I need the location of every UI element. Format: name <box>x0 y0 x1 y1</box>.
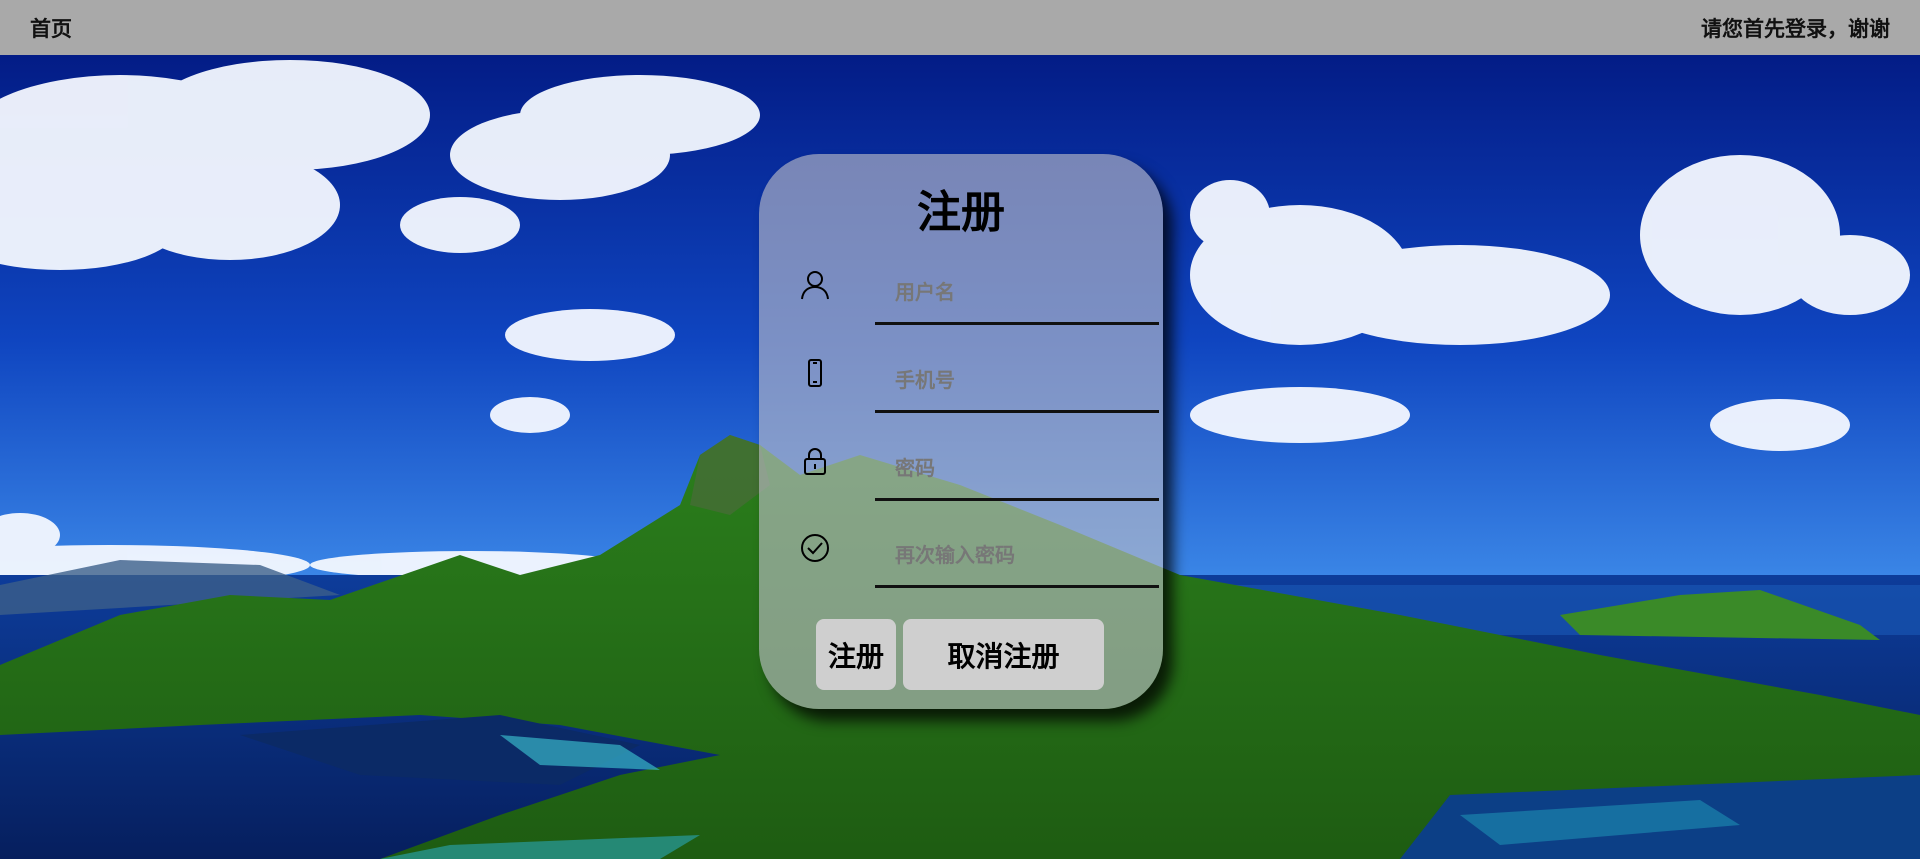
username-field <box>799 266 1159 326</box>
password-field <box>799 442 1159 502</box>
register-card: 注册 用户名 手机号 注册 取消注册 <box>759 154 1163 709</box>
phone-underline <box>875 410 1159 413</box>
user-icon <box>799 268 831 302</box>
lock-icon <box>799 444 831 478</box>
cancel-register-button[interactable]: 取消注册 <box>903 619 1104 690</box>
confirm-password-input[interactable] <box>875 537 1135 573</box>
password-underline <box>875 498 1159 501</box>
login-notice: 请您首先登录，谢谢 <box>1701 16 1890 41</box>
check-circle-icon <box>799 531 831 565</box>
password-input[interactable] <box>875 450 1135 486</box>
phone-icon <box>799 356 831 390</box>
username-underline <box>875 322 1159 325</box>
phone-input[interactable] <box>875 362 1135 398</box>
register-button[interactable]: 注册 <box>816 619 896 690</box>
username-input[interactable] <box>875 274 1135 310</box>
home-link[interactable]: 首页 <box>30 13 72 43</box>
phone-field <box>799 354 1159 414</box>
register-title: 注册 <box>917 187 1005 238</box>
top-nav-bar: 首页 请您首先登录，谢谢 <box>0 0 1920 55</box>
confirm-password-underline <box>875 585 1159 588</box>
confirm-password-field <box>799 529 1159 589</box>
